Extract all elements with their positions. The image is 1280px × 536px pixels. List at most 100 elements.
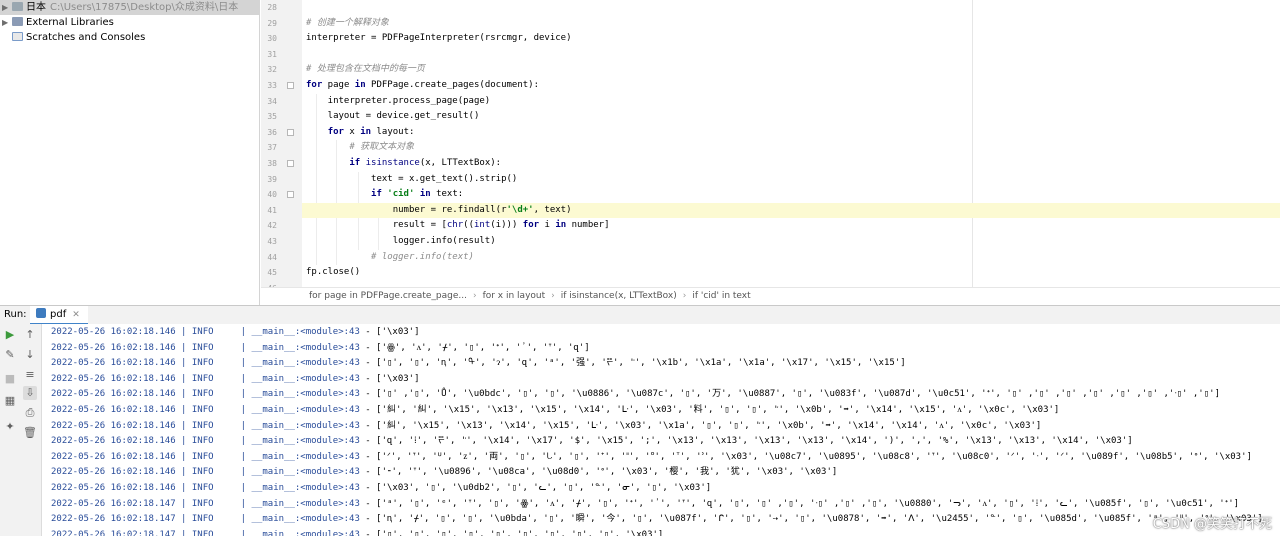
- log-module: __main__:<module>:43: [251, 483, 360, 493]
- console-output[interactable]: 2022-05-26 16:02:18.146 | INFO | __main_…: [42, 324, 1280, 536]
- line-number: 39: [267, 174, 277, 184]
- log-level: INFO: [191, 405, 214, 415]
- log-line: 2022-05-26 16:02:18.146 | INFO | __main_…: [51, 451, 1252, 462]
- log-timestamp: 2022-05-26 16:02:18.146: [51, 467, 176, 478]
- log-level: INFO: [191, 358, 214, 369]
- fold-marker[interactable]: [287, 191, 294, 199]
- tree-item-label: 日本: [26, 2, 46, 13]
- log-message: ['ꙮ', 'ᴧ', 'ᚋ', '▯', 'ᐩ', '᾽', 'ᐪ', 'զ']: [376, 342, 590, 353]
- code-line[interactable]: fp.close(): [302, 265, 1280, 281]
- code-line[interactable]: logger.info(result): [302, 234, 1280, 250]
- log-module: __main__:<module>:43: [251, 405, 360, 415]
- code-line[interactable]: layout = device.get_result(): [302, 109, 1280, 125]
- log-line: 2022-05-26 16:02:18.147 | INFO | __main_…: [51, 528, 663, 536]
- log-module: __main__:<module>:43: [251, 342, 360, 353]
- tree-item-scratches[interactable]: Scratches and Consoles: [0, 30, 259, 45]
- log-module: __main__:<module>:43: [251, 373, 360, 384]
- tree-item-path: C:\Users\17875\Desktop\众成资料\日本: [50, 2, 239, 13]
- code-line[interactable]: interpreter.process_page(page): [302, 94, 1280, 110]
- log-line: 2022-05-26 16:02:18.146 | INFO | __main_…: [51, 389, 1220, 400]
- line-number: 33: [267, 81, 277, 90]
- chevron-right-icon[interactable]: ▶: [2, 15, 12, 30]
- log-level: INFO: [191, 389, 214, 400]
- code-line[interactable]: if isinstance(x, LTTextBox):: [302, 156, 1280, 172]
- log-timestamp: 2022-05-26 16:02:18.146: [51, 358, 176, 369]
- log-module: __main__:<module>:43: [251, 436, 360, 447]
- log-timestamp: 2022-05-26 16:02:18.146: [51, 342, 176, 353]
- log-level: INFO: [191, 342, 214, 353]
- log-message: ['▯', '▯', '▯', '▯', '▯', '▯', '▯', '▯',…: [376, 529, 664, 536]
- log-module: __main__:<module>:43: [251, 498, 360, 509]
- log-message: ['\x03']: [376, 327, 420, 337]
- fold-marker[interactable]: [287, 128, 294, 136]
- scroll-to-end-icon[interactable]: ⇩: [23, 386, 37, 400]
- line-number: 36: [267, 127, 277, 137]
- code-line[interactable]: for page in PDFPage.create_pages(documen…: [302, 78, 1280, 94]
- line-number: 42: [267, 221, 277, 231]
- log-module: __main__:<module>:43: [251, 327, 360, 337]
- log-timestamp: 2022-05-26 16:02:18.146: [51, 405, 176, 415]
- run-toolbar-secondary: ↑ ↓ ≡ ⇩ ⎙ 🗑: [20, 324, 42, 536]
- layout-icon[interactable]: ▦: [3, 394, 17, 408]
- log-level: INFO: [191, 514, 214, 525]
- fold-marker[interactable]: [287, 160, 294, 167]
- wrench-icon[interactable]: ✎: [3, 348, 17, 362]
- tree-item-external-libraries[interactable]: ▶ External Libraries: [0, 15, 259, 30]
- code-line[interactable]: text = x.get_text().strip(): [302, 172, 1280, 188]
- project-tree: ▶ 日本 C:\Users\17875\Desktop\众成资料\日本 ▶ Exter…: [0, 0, 260, 305]
- log-line: 2022-05-26 16:02:18.146 | INFO | __main_…: [51, 436, 1133, 447]
- arrow-down-icon[interactable]: ↓: [23, 348, 37, 362]
- code-line[interactable]: # logger.info(text): [302, 250, 1280, 266]
- tree-item-root[interactable]: ▶ 日本 C:\Users\17875\Desktop\众成资料\日本: [0, 0, 259, 15]
- code-line[interactable]: for x in layout:: [302, 125, 1280, 141]
- editor-gutter: 28293031323334353637383940414243444546: [261, 0, 302, 293]
- code-line[interactable]: # 处理包含在文档中的每一页: [302, 62, 1280, 78]
- log-level: INFO: [191, 436, 214, 447]
- log-level: INFO: [191, 373, 214, 384]
- log-module: __main__:<module>:43: [251, 358, 360, 369]
- log-message: ['▯', '▯', 'ꞑ', 'ᠲ', 'ɂ', 'զ', 'ᵃ', '强',…: [376, 358, 906, 369]
- breadcrumb-item[interactable]: if isinstance(x, LTTextBox): [561, 291, 677, 301]
- close-icon[interactable]: ✕: [72, 310, 80, 320]
- code-line[interactable]: interpreter = PDFPageInterpreter(rsrcmgr…: [302, 31, 1280, 47]
- log-line: 2022-05-26 16:02:18.146 | INFO | __main_…: [51, 420, 1042, 431]
- run-tab-pdf[interactable]: pdf ✕: [30, 306, 88, 325]
- log-line: 2022-05-26 16:02:18.146 | INFO | __main_…: [51, 483, 712, 493]
- code-area[interactable]: # 创建一个解释对象 interpreter = PDFPageInterpret…: [302, 0, 1280, 287]
- line-number: 43: [267, 237, 277, 246]
- log-module: __main__:<module>:43: [251, 529, 360, 536]
- run-tab-label: pdf: [50, 309, 67, 320]
- breadcrumb-item[interactable]: for page in PDFPage.create_page...: [309, 291, 467, 301]
- trash-icon[interactable]: 🗑: [23, 426, 37, 440]
- log-message: ['⁃', 'ᐪ', '\u0896', '\u08ca', '\u08d0',…: [376, 467, 838, 478]
- code-line[interactable]: [302, 47, 1280, 63]
- log-module: __main__:<module>:43: [251, 467, 360, 478]
- soft-wrap-icon[interactable]: ≡: [23, 368, 37, 382]
- log-module: __main__:<module>:43: [251, 451, 360, 462]
- breadcrumb-separator: ›: [551, 291, 555, 301]
- library-icon: [12, 17, 23, 26]
- arrow-up-icon[interactable]: ↑: [23, 328, 37, 342]
- stop-icon[interactable]: ■: [3, 372, 17, 386]
- fold-marker[interactable]: [287, 82, 294, 89]
- pin-icon[interactable]: ✦: [3, 420, 17, 434]
- rerun-icon[interactable]: ▶: [3, 328, 17, 342]
- print-icon[interactable]: ⎙: [23, 406, 37, 420]
- log-line: 2022-05-26 16:02:18.146 | INFO | __main_…: [51, 373, 420, 384]
- code-line[interactable]: if 'cid' in text:: [302, 187, 1280, 203]
- code-line[interactable]: [302, 0, 1280, 16]
- chevron-right-icon[interactable]: ▶: [2, 0, 12, 15]
- log-message: ['ꞑ', 'ᚋ', '▯', '▯', '\u0bda', '▯', '瞬',…: [376, 514, 1263, 525]
- code-line[interactable]: number = re.findall(r'\d+', text): [302, 202, 1280, 219]
- breadcrumb-item[interactable]: for x in layout: [483, 291, 546, 301]
- code-line[interactable]: # 获取文本对象: [302, 140, 1280, 156]
- log-message: ['糾', '糾', '\x15', '\x13', '\x15', '\x14…: [376, 405, 1060, 415]
- log-level: INFO: [191, 483, 214, 493]
- code-line[interactable]: # 创建一个解释对象: [302, 16, 1280, 32]
- line-number: 37: [267, 143, 277, 153]
- log-line: 2022-05-26 16:02:18.147 | INFO | __main_…: [51, 514, 1263, 525]
- code-line[interactable]: result = [chr((int(i))) for i in number]: [302, 218, 1280, 234]
- code-editor[interactable]: 28293031323334353637383940414243444546 #…: [261, 0, 1280, 305]
- folder-icon: [12, 2, 23, 11]
- breadcrumb-item[interactable]: if 'cid' in text: [692, 291, 750, 301]
